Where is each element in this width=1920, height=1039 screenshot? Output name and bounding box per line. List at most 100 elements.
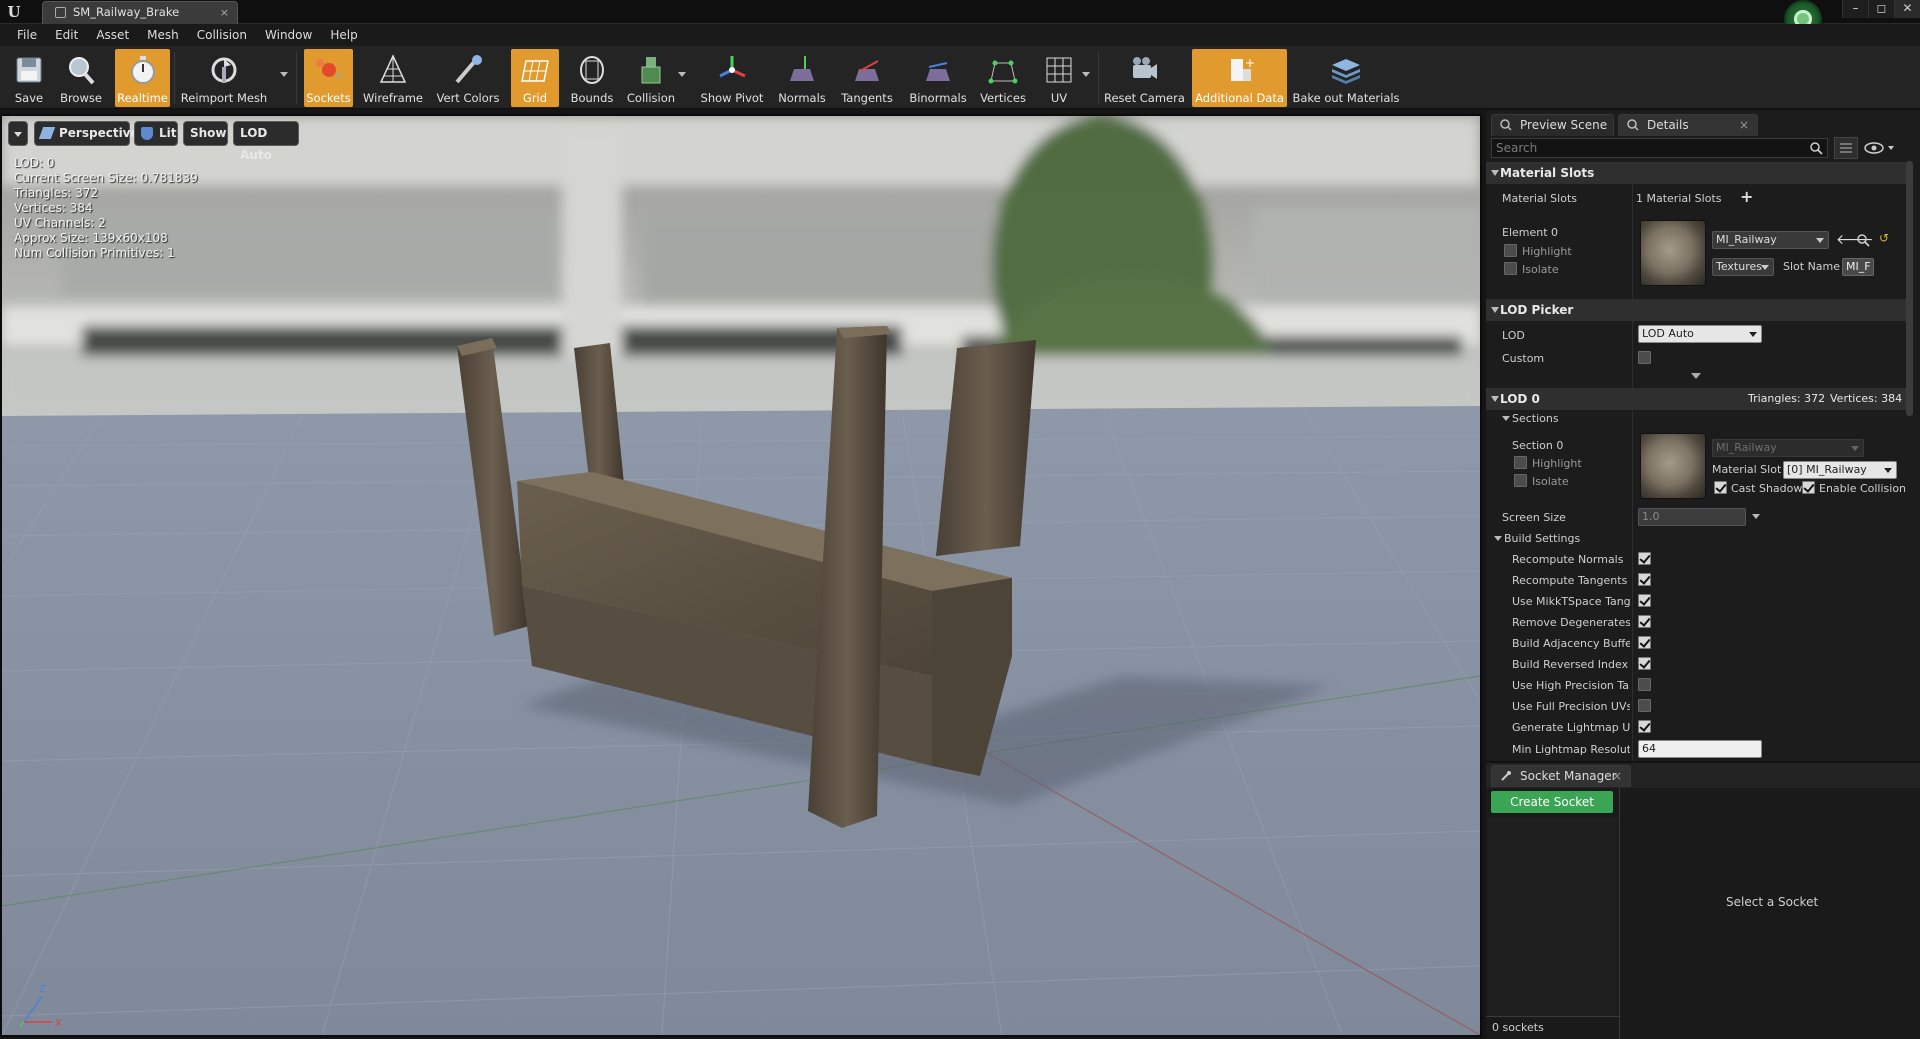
realtime-button[interactable]: Realtime [115, 49, 170, 107]
full-precision-uvs-checkbox[interactable] [1638, 699, 1651, 712]
min-lightmap-resolution-input[interactable]: 64 [1638, 740, 1762, 758]
wireframe-button[interactable]: Wireframe [362, 49, 424, 107]
tab-socket-manager[interactable]: Socket Manager × [1491, 765, 1631, 787]
screen-size-input[interactable]: 1.0 [1638, 508, 1746, 526]
asset-tab[interactable]: SM_Railway_Brake × [42, 1, 238, 24]
min-lightmap-resolution-label: Min Lightmap Resolutic [1512, 743, 1630, 756]
column-divider [1632, 184, 1633, 406]
isolate-checkbox[interactable] [1504, 262, 1517, 275]
adjacency-buffer-checkbox[interactable] [1638, 636, 1651, 649]
visibility-button[interactable] [1862, 139, 1902, 157]
close-window-button[interactable]: ✕ [1894, 0, 1920, 18]
add-material-slot-icon[interactable]: + [1740, 187, 1753, 206]
textures-dropdown[interactable]: Textures [1712, 258, 1774, 276]
screen-size-dropdown-icon[interactable] [1752, 514, 1760, 519]
bounds-button[interactable]: Bounds [567, 49, 617, 107]
section-material-thumbnail[interactable] [1640, 433, 1706, 499]
bake-out-materials-button[interactable]: Bake out Materials [1292, 49, 1400, 107]
menu-help[interactable]: Help [321, 24, 366, 46]
material-thumbnail[interactable] [1640, 220, 1706, 286]
maximize-button[interactable]: ◻ [1868, 0, 1894, 18]
viewport-options-button[interactable] [8, 121, 28, 146]
save-button[interactable]: Save [4, 49, 54, 107]
save-icon [16, 57, 42, 83]
mikktspace-checkbox[interactable] [1638, 594, 1651, 607]
tab-preview-scene-settings[interactable]: Preview Scene Sett [1491, 114, 1614, 152]
highlight-checkbox[interactable] [1504, 244, 1517, 257]
property-matrix-button[interactable] [1834, 137, 1858, 159]
material-slots-header[interactable]: Material Slots [1486, 162, 1906, 184]
grid-button[interactable]: Grid [511, 49, 559, 107]
menu-collision[interactable]: Collision [188, 24, 256, 46]
mesh-viewport[interactable]: Perspective Lit Show LOD Auto LOD: 0 Cur… [0, 114, 1482, 1037]
show-pivot-button[interactable]: Show Pivot [698, 49, 766, 107]
chevron-down-icon [14, 132, 22, 137]
cast-shadow-checkbox[interactable] [1714, 481, 1727, 494]
high-precision-tangents-checkbox[interactable] [1638, 678, 1651, 691]
menu-asset[interactable]: Asset [87, 24, 138, 46]
socket-list[interactable] [1488, 817, 1618, 1016]
recompute-tangents-checkbox[interactable] [1638, 573, 1651, 586]
collision-button[interactable]: Collision [624, 49, 678, 107]
window-controls: – ◻ ✕ [1842, 0, 1920, 18]
details-scrollbar[interactable] [1906, 161, 1913, 416]
vert-colors-button[interactable]: Vert Colors [433, 49, 503, 107]
lod-select[interactable]: LOD Auto [1638, 325, 1762, 343]
menu-mesh[interactable]: Mesh [138, 24, 188, 46]
browse-button[interactable]: Browse [56, 49, 106, 107]
additional-data-button[interactable]: + Additional Data [1192, 49, 1287, 107]
show-button[interactable]: Show [183, 121, 228, 146]
menu-edit[interactable]: Edit [46, 24, 87, 46]
reimport-icon [211, 57, 237, 83]
uv-button[interactable]: UV [1034, 49, 1084, 107]
reimport-dropdown-icon[interactable] [280, 72, 288, 77]
column-divider [1619, 788, 1620, 1039]
collision-dropdown-icon[interactable] [678, 72, 686, 77]
material-slots-label: Material Slots [1502, 192, 1577, 205]
material-select[interactable]: MI_Railway [1712, 231, 1829, 249]
reset-to-default-icon[interactable]: ↺ [1879, 231, 1889, 245]
tangents-button[interactable]: Tangents [838, 49, 896, 107]
reimport-mesh-button[interactable]: Reimport Mesh [178, 49, 270, 107]
minimize-button[interactable]: – [1842, 0, 1868, 18]
remove-degenerates-checkbox[interactable] [1638, 615, 1651, 628]
sockets-button[interactable]: Sockets [304, 49, 353, 107]
recompute-normals-checkbox[interactable] [1638, 552, 1651, 565]
socket-manager-icon [1501, 771, 1511, 781]
sections-header[interactable]: Sections [1500, 412, 1559, 425]
details-search-input[interactable]: Search [1491, 138, 1828, 158]
uv-dropdown-icon[interactable] [1082, 72, 1090, 77]
lit-button[interactable]: Lit [134, 121, 178, 146]
tab-details[interactable]: Details × [1618, 114, 1758, 136]
divider [1486, 1016, 1619, 1017]
create-socket-button[interactable]: Create Socket [1491, 791, 1613, 813]
vertices-button[interactable]: Vertices [978, 49, 1028, 107]
binormals-icon [926, 62, 950, 81]
slot-name-input[interactable]: MI_F [1842, 258, 1874, 276]
enable-collision-checkbox[interactable] [1802, 481, 1815, 494]
lod0-header[interactable]: LOD 0 Triangles: 372 Vertices: 384 [1486, 388, 1906, 410]
menu-file[interactable]: File [8, 24, 46, 46]
normals-button[interactable]: Normals [774, 49, 830, 107]
generate-lightmap-uvs-checkbox[interactable] [1638, 720, 1651, 733]
tab-close-icon[interactable]: × [1739, 115, 1749, 135]
lod-auto-button[interactable]: LOD Auto [233, 121, 299, 162]
binormals-button[interactable]: Binormals [904, 49, 972, 107]
vert-colors-icon [455, 55, 482, 84]
browse-asset-icon[interactable] [1857, 234, 1870, 247]
tab-close-icon[interactable]: × [220, 2, 229, 23]
material-slot-select[interactable]: [0] MI_Railway [1783, 461, 1897, 479]
reversed-index-checkbox[interactable] [1638, 657, 1651, 670]
section-0-label: Section 0 [1512, 439, 1564, 452]
lod-picker-header[interactable]: LOD Picker [1486, 299, 1906, 321]
build-settings-header[interactable]: Build Settings [1492, 532, 1580, 545]
custom-checkbox[interactable] [1638, 351, 1651, 364]
reset-camera-button[interactable]: Reset Camera [1104, 49, 1185, 107]
expand-advanced-icon[interactable] [1691, 373, 1701, 379]
section-isolate-checkbox[interactable] [1514, 474, 1527, 487]
menu-window[interactable]: Window [256, 24, 321, 46]
list-view-icon [1840, 143, 1852, 153]
perspective-button[interactable]: Perspective [34, 121, 139, 146]
section-highlight-checkbox[interactable] [1514, 456, 1527, 469]
tab-close-icon[interactable]: × [1612, 766, 1622, 786]
